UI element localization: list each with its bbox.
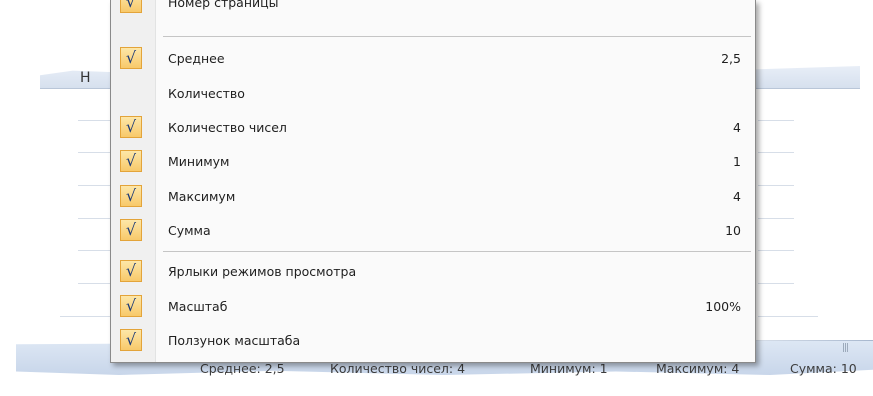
grid-line [758,120,794,121]
status-minimum: Минимум: 1 [530,361,608,376]
checkmark-icon: √ [120,295,142,317]
checkmark-icon: √ [120,329,142,351]
menu-item-view-shortcuts[interactable]: √ Ярлыки режимов просмотра [111,255,755,289]
grid-line [758,152,794,153]
menu-item-label: Сумма [168,223,211,238]
checkmark-icon: √ [120,185,142,207]
menu-item-value: 100% [705,299,741,314]
status-bar-context-menu: √ Номер страницы √ Среднее 2,5 Количеств… [110,0,756,363]
menu-item-label: Количество [168,86,245,101]
status-sum: Сумма: 10 [790,361,857,376]
menu-item-sum[interactable]: √ Сумма 10 [111,214,755,248]
menu-item-value: 4 [733,120,741,135]
checkmark-icon: √ [120,260,142,282]
menu-item-label: Минимум [168,154,230,169]
menu-item-average[interactable]: √ Среднее 2,5 [111,42,755,76]
menu-item-count[interactable]: Количество [111,77,755,111]
menu-item-maximum[interactable]: √ Максимум 4 [111,180,755,214]
menu-separator [163,251,751,252]
grid-line [758,316,818,317]
menu-item-label: Количество чисел [168,120,287,135]
status-average: Среднее: 2,5 [200,361,285,376]
menu-item-zoom[interactable]: √ Масштаб 100% [111,290,755,324]
checkmark-icon: √ [120,0,142,13]
menu-item-label: Ярлыки режимов просмотра [168,264,357,279]
menu-item-zoom-slider[interactable]: √ Ползунок масштаба [111,324,755,358]
menu-item-minimum[interactable]: √ Минимум 1 [111,145,755,179]
menu-item-value: 2,5 [721,51,741,66]
grid-line [758,250,794,251]
status-maximum: Максимум: 4 [656,361,740,376]
menu-item-label: Среднее [168,51,225,66]
checkmark-icon: √ [120,150,142,172]
menu-item-page-number[interactable]: √ Номер страницы [111,0,755,20]
menu-separator [163,36,751,37]
menu-item-numerical-count[interactable]: √ Количество чисел 4 [111,111,755,145]
menu-item-value: 1 [733,154,741,169]
scrollbar-grip-icon[interactable]: ||| [842,343,849,353]
column-header-label: Н [80,70,91,86]
menu-item-label: Номер страницы [168,0,279,10]
checkmark-icon: √ [120,47,142,69]
grid-line [758,218,794,219]
status-count-numbers: Количество чисел: 4 [330,361,466,376]
grid-line [758,283,794,284]
menu-item-value: 4 [733,189,741,204]
menu-item-label: Ползунок масштаба [168,333,301,348]
menu-item-value: 10 [725,223,741,238]
menu-item-label: Максимум [168,189,236,204]
menu-item-label: Масштаб [168,299,228,314]
grid-line [758,185,794,186]
checkmark-icon: √ [120,219,142,241]
checkmark-icon: √ [120,116,142,138]
